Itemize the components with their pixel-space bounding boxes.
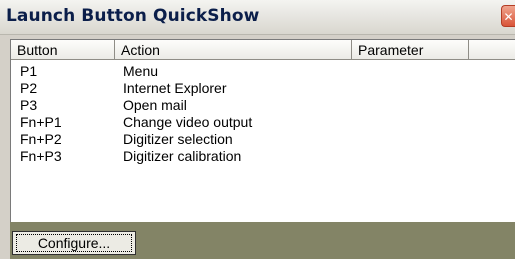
list-rows: P1 Menu P2 Internet Explorer P3 Open mai…	[11, 63, 515, 165]
list-row[interactable]: P3 Open mail	[11, 97, 515, 114]
row-button-cell: Fn+P2	[20, 131, 62, 147]
button-action-list[interactable]: Button Action Parameter P1 Menu P2 Inter…	[10, 39, 515, 222]
list-row[interactable]: Fn+P1 Change video output	[11, 114, 515, 131]
list-row[interactable]: P2 Internet Explorer	[11, 80, 515, 97]
row-action-cell: Open mail	[123, 97, 187, 113]
row-action-cell: Digitizer selection	[123, 131, 233, 147]
window-title: Launch Button QuickShow	[6, 6, 260, 26]
list-row[interactable]: Fn+P3 Digitizer calibration	[11, 148, 515, 165]
list-row[interactable]: P1 Menu	[11, 63, 515, 80]
row-button-cell: P2	[20, 80, 38, 96]
launch-button-quickshow-window: Launch Button QuickShow ✕ Button Action …	[0, 0, 515, 259]
configure-button[interactable]: Configure...	[12, 231, 136, 255]
close-button[interactable]: ✕	[501, 5, 515, 27]
row-action-cell: Digitizer calibration	[123, 148, 242, 164]
row-action-cell: Internet Explorer	[123, 80, 227, 96]
list-header: Button Action Parameter	[11, 40, 515, 60]
column-header-button[interactable]: Button	[11, 40, 115, 60]
row-button-cell: P1	[20, 63, 38, 79]
column-header-empty[interactable]	[469, 40, 515, 60]
row-action-cell: Change video output	[123, 114, 253, 130]
list-row[interactable]: Fn+P2 Digitizer selection	[11, 131, 515, 148]
configure-button-label: Configure...	[37, 235, 111, 251]
column-header-parameter[interactable]: Parameter	[352, 40, 469, 60]
row-button-cell: P3	[20, 97, 38, 113]
title-bar[interactable]: Launch Button QuickShow ✕	[0, 0, 515, 35]
row-action-cell: Menu	[123, 63, 159, 79]
column-header-action[interactable]: Action	[115, 40, 352, 60]
row-button-cell: Fn+P1	[20, 114, 62, 130]
close-icon: ✕	[503, 10, 514, 24]
row-button-cell: Fn+P3	[20, 148, 62, 164]
